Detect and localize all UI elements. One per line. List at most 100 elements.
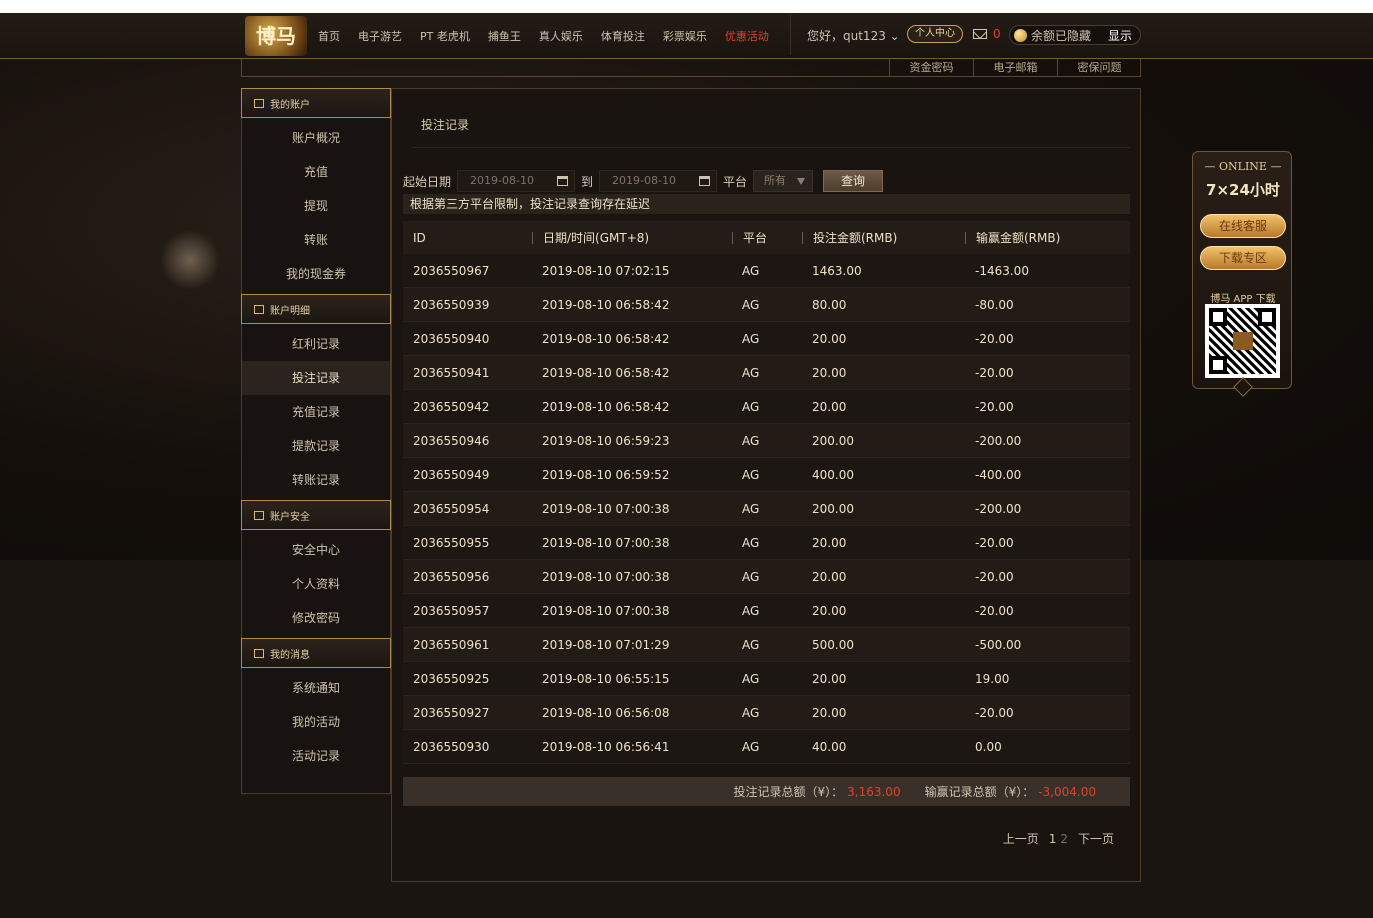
start-date-input[interactable]: 2019-08-10 <box>457 170 576 192</box>
show-balance-button[interactable]: 显示 <box>1108 27 1132 44</box>
cell-bet-amount: 20.00 <box>812 535 847 550</box>
cell-platform: AG <box>742 705 760 720</box>
sidebar-item-security-center[interactable]: 安全中心 <box>242 533 390 567</box>
table-row: 2036550949 2019-08-10 06:59:52 AG 400.00 -40… <box>403 458 1130 492</box>
cell-win-loss: -20.00 <box>975 603 1014 618</box>
greeting-text: 您好，qut123 <box>807 29 886 43</box>
end-date-input[interactable]: 2019-08-10 <box>599 170 718 192</box>
win-total-label: 输赢记录总额（¥）： <box>924 785 1035 799</box>
site-logo[interactable]: 博马 <box>245 16 307 56</box>
cell-id: 2036550955 <box>413 535 490 550</box>
mail-link[interactable]: 0 <box>973 27 1001 41</box>
table-row: 2036550956 2019-08-10 07:00:38 AG 20.00 -20.… <box>403 560 1130 594</box>
strip-tab-fund-password[interactable]: 资金密码 <box>889 59 973 77</box>
cell-bet-amount: 400.00 <box>812 467 854 482</box>
sidebar-item-withdraw[interactable]: 提现 <box>242 189 390 223</box>
column-header-win-loss: 输赢金额(RMB) <box>965 231 1130 244</box>
totals-bar: 投注记录总额（¥）： 3,163.00 输赢记录总额（¥）： -3,004.00 <box>403 777 1130 806</box>
user-greeting[interactable]: 您好，qut123 ⌄ <box>807 27 900 44</box>
online-service-button[interactable]: 在线客服 <box>1200 214 1286 238</box>
sidebar-item-deposit[interactable]: 充值 <box>242 155 390 189</box>
cell-datetime: 2019-08-10 06:58:42 <box>542 399 670 414</box>
nav-home[interactable]: 首页 <box>318 28 340 44</box>
table-row: 2036550927 2019-08-10 06:56:08 AG 20.00 -20.… <box>403 696 1130 730</box>
cell-datetime: 2019-08-10 06:58:42 <box>542 297 670 312</box>
cell-win-loss: -20.00 <box>975 535 1014 550</box>
table-row: 2036550954 2019-08-10 07:00:38 AG 200.00 -20… <box>403 492 1130 526</box>
cell-bet-amount: 200.00 <box>812 501 854 516</box>
sidebar-item-withdraw-records[interactable]: 提款记录 <box>242 429 390 463</box>
sidebar-item-system-notice[interactable]: 系统通知 <box>242 671 390 705</box>
header-divider <box>790 15 791 55</box>
start-date-label: 起始日期 <box>403 174 452 189</box>
cell-datetime: 2019-08-10 07:00:38 <box>542 501 670 516</box>
query-button[interactable]: 查询 <box>823 170 884 192</box>
sidebar-group-account-details: 账户明细 <box>241 294 391 324</box>
sidebar-item-transfer[interactable]: 转账 <box>242 223 390 257</box>
table-row: 2036550942 2019-08-10 06:58:42 AG 20.00 -20.… <box>403 390 1130 424</box>
table-row: 2036550930 2019-08-10 06:56:41 AG 40.00 0.00 <box>403 730 1130 764</box>
download-zone-button[interactable]: 下载专区 <box>1200 246 1286 270</box>
cell-datetime: 2019-08-10 06:58:42 <box>542 365 670 380</box>
page-title: 投注记录 <box>421 118 470 132</box>
calendar-icon[interactable] <box>699 176 711 186</box>
column-header-id: ID <box>413 231 426 244</box>
nav-promotions[interactable]: 优惠活动 <box>725 28 769 44</box>
cell-id: 2036550967 <box>413 263 490 278</box>
sidebar-item-my-activities[interactable]: 我的活动 <box>242 705 390 739</box>
strip-tab-email[interactable]: 电子邮箱 <box>973 59 1057 77</box>
sidebar-group-title: 账户安全 <box>270 511 310 523</box>
cell-platform: AG <box>742 637 760 652</box>
browser-top-bar <box>0 0 1373 13</box>
sidebar-item-bet-records[interactable]: 投注记录 <box>242 361 390 395</box>
sidebar-item-bonus-records[interactable]: 红利记录 <box>242 327 390 361</box>
dropdown-arrow-icon <box>797 178 806 185</box>
cell-id: 2036550942 <box>413 399 490 414</box>
cell-platform: AG <box>742 297 760 312</box>
page-1-link[interactable]: 1 <box>1049 832 1057 846</box>
nav-lottery[interactable]: 彩票娱乐 <box>663 28 707 44</box>
table-row: 2036550957 2019-08-10 07:00:38 AG 20.00 -20.… <box>403 594 1130 628</box>
cell-id: 2036550957 <box>413 603 490 618</box>
sidebar-group-messages: 我的消息 <box>241 638 391 668</box>
page-2-link[interactable]: 2 <box>1060 832 1068 846</box>
cell-platform: AG <box>742 739 760 754</box>
table-row: 2036550941 2019-08-10 06:58:42 AG 20.00 -20.… <box>403 356 1130 390</box>
next-page-link[interactable]: 下一页 <box>1078 830 1114 847</box>
nav-sports[interactable]: 体育投注 <box>601 28 645 44</box>
table-row: 2036550940 2019-08-10 06:58:42 AG 20.00 -20.… <box>403 322 1130 356</box>
qr-finder <box>1209 356 1227 374</box>
to-label: 到 <box>581 174 594 189</box>
light-flare <box>150 230 230 290</box>
sidebar-item-profile[interactable]: 个人资料 <box>242 567 390 601</box>
qr-logo <box>1233 332 1253 350</box>
sidebar-item-overview[interactable]: 账户概况 <box>242 121 390 155</box>
cell-bet-amount: 20.00 <box>812 331 847 346</box>
cell-bet-amount: 20.00 <box>812 399 847 414</box>
nav-fishing[interactable]: 捕鱼王 <box>488 28 521 44</box>
nav-pt[interactable]: PT 老虎机 <box>420 28 470 44</box>
calendar-icon[interactable] <box>557 176 569 186</box>
balance-text: 余额已隐藏 <box>1031 28 1092 43</box>
prev-page-link[interactable]: 上一页 <box>1003 830 1039 847</box>
hours-label: 7×24小时 <box>1206 181 1280 199</box>
cell-id: 2036550941 <box>413 365 490 380</box>
sidebar-item-deposit-records[interactable]: 充值记录 <box>242 395 390 429</box>
nav-slots[interactable]: 电子游艺 <box>358 28 402 44</box>
main-nav: 首页 电子游艺 PT 老虎机 捕鱼王 真人娱乐 体育投注 彩票娱乐 优惠活动 <box>318 13 787 59</box>
sidebar-item-coupons[interactable]: 我的现金券 <box>242 257 390 291</box>
cell-platform: AG <box>742 399 760 414</box>
cell-win-loss: -200.00 <box>975 433 1022 448</box>
nav-live[interactable]: 真人娱乐 <box>539 28 583 44</box>
platform-select[interactable]: 所有 <box>753 170 814 192</box>
online-label: — ONLINE — <box>1204 160 1282 173</box>
cell-datetime: 2019-08-10 06:59:23 <box>542 433 670 448</box>
main-panel: 投注记录 起始日期 2019-08-10 到 2019-08-10 平台 所有 … <box>391 88 1141 882</box>
sidebar-item-transfer-records[interactable]: 转账记录 <box>242 463 390 497</box>
sidebar-item-activity-records[interactable]: 活动记录 <box>242 739 390 773</box>
user-center-button[interactable]: 个人中心 <box>907 25 963 43</box>
sidebar-item-change-password[interactable]: 修改密码 <box>242 601 390 635</box>
app-download-label: 博马 APP 下载 <box>1210 294 1276 305</box>
strip-tab-security-question[interactable]: 密保问题 <box>1057 59 1141 77</box>
cell-id: 2036550956 <box>413 569 490 584</box>
